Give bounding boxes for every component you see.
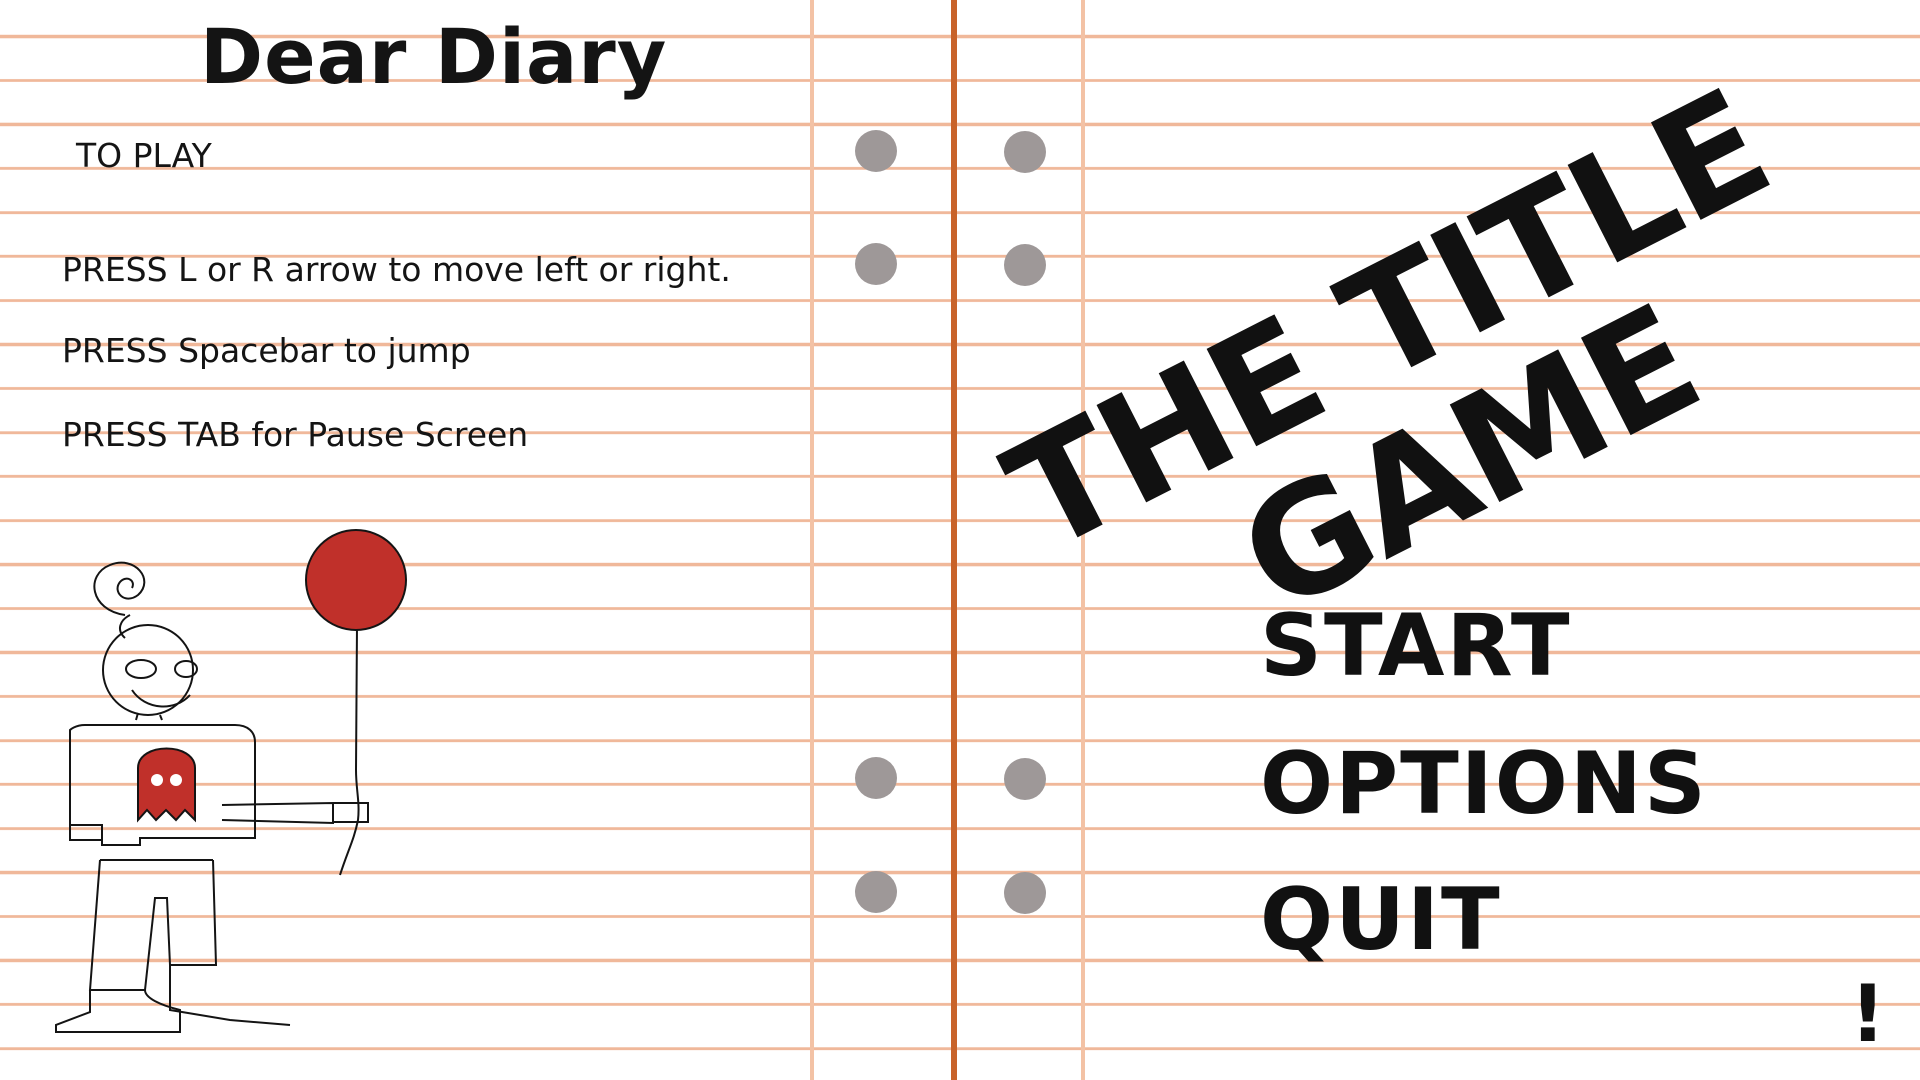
ghost-icon: [137, 747, 196, 823]
instruction-jump: PRESS Spacebar to jump: [62, 331, 471, 370]
left-margin-line: [810, 0, 814, 1080]
instructions-heading: TO PLAY: [76, 136, 212, 175]
binder-hole-icon: [855, 243, 897, 285]
instruction-move: PRESS L or R arrow to move left or right…: [62, 250, 731, 289]
binder-hole-icon: [855, 757, 897, 799]
quit-button[interactable]: QUIT: [1260, 870, 1502, 970]
binder-hole-icon: [1004, 131, 1046, 173]
binder-hole-icon: [1004, 244, 1046, 286]
stick-figure-with-balloon-icon: [55, 529, 407, 1033]
binder-hole-icon: [855, 130, 897, 172]
binder-hole-icon: [1004, 872, 1046, 914]
diary-title: Dear Diary: [200, 12, 668, 101]
start-button[interactable]: START: [1260, 596, 1572, 696]
binder-hole-icon: [855, 871, 897, 913]
options-button[interactable]: OPTIONS: [1260, 734, 1708, 834]
instruction-pause: PRESS TAB for Pause Screen: [62, 415, 529, 454]
balloon-icon: [305, 529, 407, 631]
corner-exclamation-mark: !: [1850, 970, 1886, 1060]
